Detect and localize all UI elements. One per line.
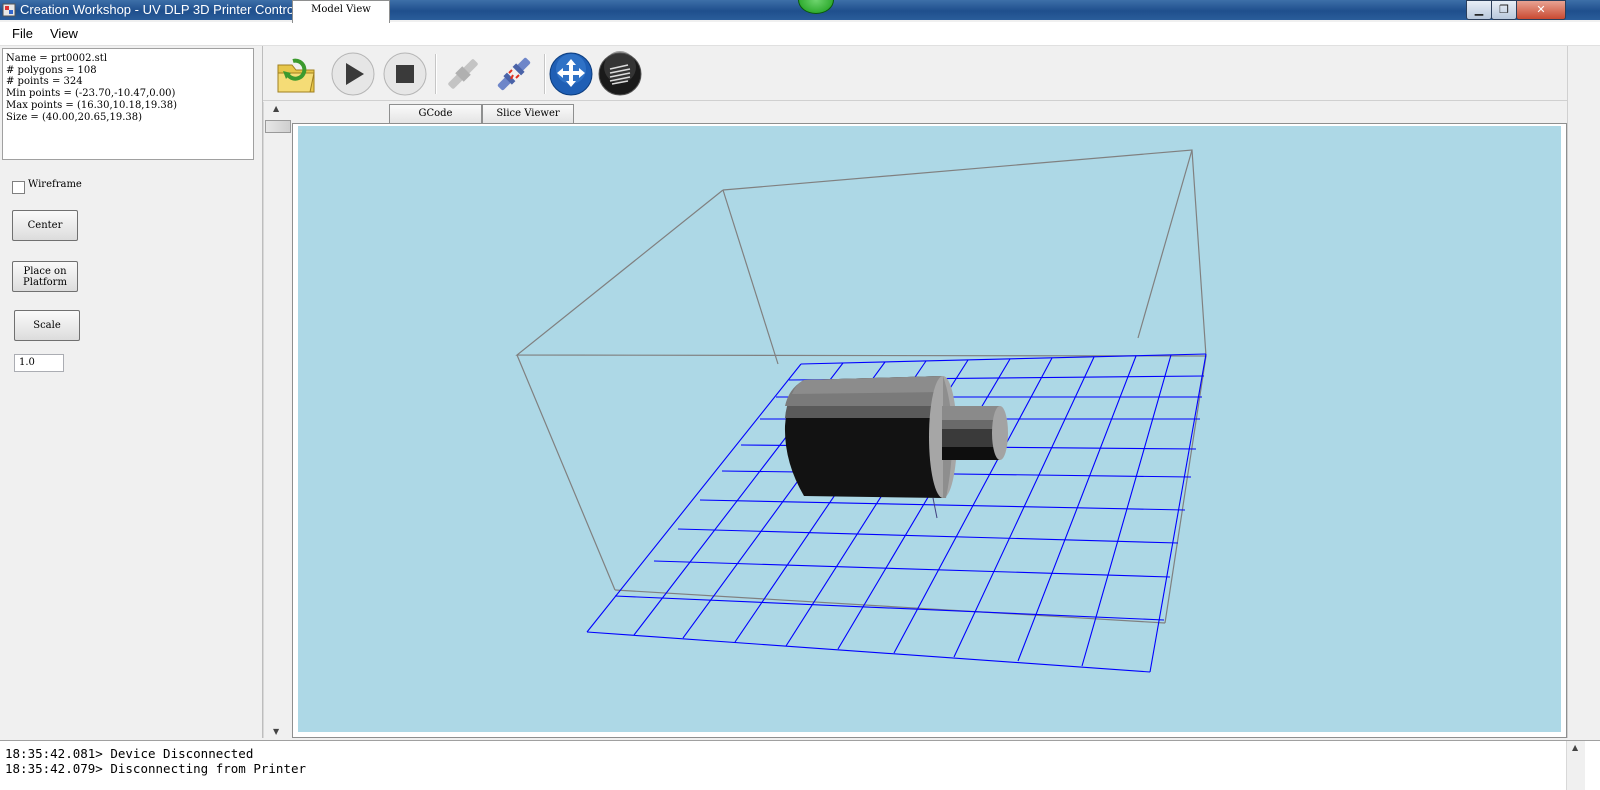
scale-input[interactable]: 1.0 xyxy=(14,354,64,372)
app-icon xyxy=(2,3,16,17)
place-button-line2: Platform xyxy=(23,276,67,288)
scroll-down-arrow-icon[interactable]: ▼ xyxy=(273,727,279,736)
place-on-platform-button[interactable]: Place on Platform xyxy=(12,261,78,292)
log-line: 18:35:42.081> Device Disconnected xyxy=(5,746,254,761)
slice-icon[interactable] xyxy=(597,51,643,97)
3d-model-viewport[interactable] xyxy=(298,126,1561,732)
connect-disabled-icon[interactable] xyxy=(440,51,486,97)
minimize-button[interactable]: ▁ xyxy=(1466,0,1492,20)
model-info-min: Min points = (-23.70,-10.47,0.00) xyxy=(6,88,176,100)
left-control-panel: Name = prt0002.stl # polygons = 108 # po… xyxy=(0,46,263,738)
model-info-polygons: # polygons = 108 xyxy=(6,64,97,76)
tab-area-scrollbar[interactable]: ▲ ▼ xyxy=(263,102,292,738)
model-info-points: # points = 324 xyxy=(6,76,83,88)
open-file-icon[interactable] xyxy=(273,51,319,97)
model-info-box: Name = prt0002.stl # polygons = 108 # po… xyxy=(2,48,254,160)
wireframe-checkbox[interactable] xyxy=(12,181,25,194)
maximize-button[interactable]: ❐ xyxy=(1491,0,1517,20)
toolbar-separator xyxy=(544,54,546,94)
tab-gcode[interactable]: GCode xyxy=(389,104,482,123)
menu-bar: File View xyxy=(0,22,1600,46)
tab-model-view[interactable]: Model View xyxy=(292,0,390,23)
stop-icon[interactable] xyxy=(382,51,428,97)
log-line: 18:35:42.079> Disconnecting from Printer xyxy=(5,761,307,776)
model-info-size: Size = (40.00,20.65,19.38) xyxy=(6,111,143,123)
status-orb-icon xyxy=(798,0,834,14)
scale-button-label: Scale xyxy=(33,320,61,331)
scale-button[interactable]: Scale xyxy=(14,310,80,341)
wireframe-label: Wireframe xyxy=(28,179,82,190)
scroll-up-arrow-icon[interactable]: ▲ xyxy=(273,104,279,113)
3d-scene xyxy=(515,149,1207,673)
toolbar xyxy=(263,46,1567,101)
close-button[interactable]: ✕ xyxy=(1516,0,1566,20)
toolbar-separator xyxy=(435,54,437,94)
disconnect-icon[interactable] xyxy=(491,51,537,97)
menu-file[interactable]: File xyxy=(12,26,33,41)
log-output: 18:35:42.081> Device Disconnected 18:35:… xyxy=(0,740,1600,790)
model-info-max: Max points = (16.30,10.18,19.38) xyxy=(6,99,178,111)
center-button[interactable]: Center xyxy=(12,210,78,241)
log-scrollbar[interactable]: ▲ xyxy=(1566,741,1585,790)
menu-view[interactable]: View xyxy=(50,26,78,41)
place-button-line1: Place on xyxy=(23,265,67,277)
log-scroll-up-icon[interactable]: ▲ xyxy=(1572,743,1578,752)
model-info-name: Name = prt0002.stl xyxy=(6,53,108,64)
tab-slice-viewer[interactable]: Slice Viewer xyxy=(482,104,574,123)
move-icon[interactable] xyxy=(548,51,594,97)
center-button-label: Center xyxy=(27,220,63,231)
scroll-thumb[interactable] xyxy=(265,120,291,133)
right-scroll-area xyxy=(1567,46,1600,738)
title-bar: Creation Workshop - UV DLP 3D Printer Co… xyxy=(0,0,1600,20)
play-icon[interactable] xyxy=(330,51,376,97)
